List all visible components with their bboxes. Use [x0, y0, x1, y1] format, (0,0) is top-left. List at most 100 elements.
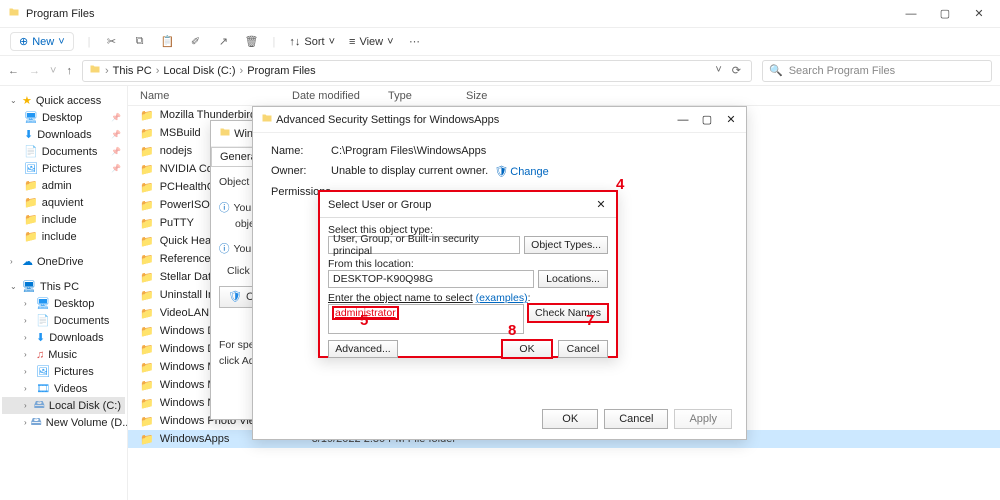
check-names-button[interactable]: Check Names — [528, 304, 608, 322]
folder-icon: 📁 — [140, 235, 154, 248]
folder-icon: 📁 — [140, 109, 154, 122]
maximize-icon[interactable]: ▢ — [700, 113, 714, 126]
location-label: From this location: — [328, 258, 608, 270]
sidebar-item-local-disk[interactable]: ›🖴 Local Disk (C:) — [2, 397, 125, 414]
search-placeholder: Search Program Files — [789, 65, 895, 77]
owner-value: Unable to display current owner. — [331, 165, 488, 178]
folder-icon — [219, 126, 231, 141]
crumb-program-files[interactable]: Program Files — [247, 65, 315, 77]
new-label: New — [32, 36, 54, 48]
folder-icon: 📁 — [140, 217, 154, 230]
callout-7: 7 — [586, 312, 594, 329]
sidebar-item-admin[interactable]: 📁 admin — [2, 177, 125, 194]
object-name-input[interactable]: administrator — [328, 304, 524, 334]
sidebar-item-desktop2[interactable]: ›🖥 Desktop — [2, 295, 125, 312]
minimize-icon[interactable]: — — [676, 114, 690, 126]
enter-name-label: Enter the object name to select — [328, 292, 473, 304]
folder-icon: 📁 — [140, 289, 154, 302]
column-size[interactable]: Size — [466, 90, 526, 102]
sidebar-item-new-volume[interactable]: ›🖴 New Volume (D... — [2, 414, 125, 431]
column-date[interactable]: Date modified — [292, 90, 388, 102]
callout-8: 8 — [508, 322, 516, 339]
sidebar-item-desktop[interactable]: 🖥 Desktop — [2, 109, 125, 126]
cut-icon[interactable]: ✂ — [105, 35, 119, 48]
search-icon: 🔍 — [769, 64, 783, 77]
advanced-button[interactable]: Advanced... — [328, 340, 398, 358]
folder-icon: 📁 — [140, 163, 154, 176]
sidebar-item-downloads[interactable]: ⬇ Downloads — [2, 126, 125, 143]
window-title: Program Files — [26, 8, 904, 20]
ok-button[interactable]: OK — [542, 409, 598, 429]
folder-icon: 📁 — [140, 181, 154, 194]
share-icon[interactable]: ↗ — [217, 35, 231, 48]
info-icon: ⓘ — [219, 243, 230, 255]
delete-icon[interactable]: 🗑 — [245, 35, 259, 48]
sort-button[interactable]: ↑↓ Sort ˅ — [289, 36, 335, 48]
navigation-pane: ⌄★ Quick access 🖥 Desktop ⬇ Downloads 📄 … — [0, 86, 128, 500]
cancel-button[interactable]: Cancel — [604, 409, 668, 429]
command-bar: ⊕ New ˅ | ✂ ⧉ 📋 ✐ ↗ 🗑 | ↑↓ Sort ˅ ≡ View… — [0, 28, 1000, 56]
minimize-icon[interactable]: — — [904, 7, 918, 21]
sidebar-item-onedrive[interactable]: ›☁ OneDrive — [2, 253, 125, 270]
sidebar-item-pictures[interactable]: 🖼 Pictures — [2, 160, 125, 177]
shield-icon: 🛡 — [494, 165, 508, 178]
examples-link[interactable]: (examples) — [476, 292, 528, 304]
apply-button[interactable]: Apply — [674, 409, 732, 429]
sidebar-item-pictures2[interactable]: ›🖼 Pictures — [2, 363, 125, 380]
sort-label: Sort — [304, 36, 324, 48]
forward-icon[interactable]: → — [29, 65, 40, 77]
dropdown-icon[interactable]: ˅ — [715, 64, 721, 77]
maximize-icon[interactable]: ▢ — [938, 7, 952, 21]
locations-button[interactable]: Locations... — [538, 270, 608, 288]
folder-icon: 📁 — [140, 415, 154, 428]
more-icon[interactable]: ⋯ — [408, 35, 422, 48]
view-label: View — [359, 36, 383, 48]
change-owner-link[interactable]: 🛡Change — [494, 165, 549, 178]
adv-title: Advanced Security Settings for WindowsAp… — [276, 114, 676, 126]
copy-icon[interactable]: ⧉ — [133, 35, 147, 48]
sel-title: Select User or Group — [328, 199, 594, 211]
sidebar-item-include2[interactable]: 📁 include — [2, 228, 125, 245]
object-type-field: User, Group, or Built-in security princi… — [328, 236, 520, 254]
owner-label: Owner: — [271, 165, 331, 178]
column-type[interactable]: Type — [388, 90, 466, 102]
column-name[interactable]: Name — [128, 90, 292, 102]
folder-icon: 📁 — [140, 433, 154, 446]
sidebar-item-documents[interactable]: 📄 Documents — [2, 143, 125, 160]
up-icon[interactable]: ↑ — [66, 65, 72, 77]
folder-icon — [89, 63, 101, 78]
name-label: Name: — [271, 145, 331, 157]
folder-icon: 📁 — [140, 127, 154, 140]
sidebar-item-include[interactable]: 📁 include — [2, 211, 125, 228]
explorer-titlebar: Program Files — ▢ ✕ — [0, 0, 1000, 28]
folder-icon: 📁 — [140, 271, 154, 284]
sidebar-item-documents2[interactable]: ›📄 Documents — [2, 312, 125, 329]
close-icon[interactable]: ✕ — [594, 198, 608, 211]
sidebar-item-quick-access[interactable]: ⌄★ Quick access — [2, 92, 125, 109]
info-icon: ⓘ — [219, 202, 230, 214]
ok-button[interactable]: OK — [502, 340, 552, 358]
sidebar-item-aquvient[interactable]: 📁 aquvient — [2, 194, 125, 211]
crumb-local-disk[interactable]: Local Disk (C:) — [163, 65, 235, 77]
search-input[interactable]: 🔍 Search Program Files — [762, 60, 992, 82]
folder-icon: 📁 — [140, 145, 154, 158]
object-types-button[interactable]: Object Types... — [524, 236, 608, 254]
view-button[interactable]: ≡ View ˅ — [349, 36, 394, 48]
location-field: DESKTOP-K90Q98G — [328, 270, 534, 288]
cancel-button[interactable]: Cancel — [558, 340, 608, 358]
sidebar-item-this-pc[interactable]: ⌄🖥 This PC — [2, 278, 125, 295]
sidebar-item-downloads2[interactable]: ›⬇ Downloads — [2, 329, 125, 346]
rename-icon[interactable]: ✐ — [189, 35, 203, 48]
refresh-icon[interactable]: ⟳ — [732, 64, 741, 77]
close-icon[interactable]: ✕ — [724, 113, 738, 126]
name-value: C:\Program Files\WindowsApps — [331, 145, 486, 157]
recent-icon[interactable]: ˅ — [50, 65, 56, 77]
breadcrumb[interactable]: › This PC › Local Disk (C:) › Program Fi… — [82, 60, 752, 82]
sidebar-item-videos[interactable]: ›🎞 Videos — [2, 380, 125, 397]
paste-icon[interactable]: 📋 — [161, 35, 175, 48]
crumb-this-pc[interactable]: This PC — [113, 65, 152, 77]
back-icon[interactable]: ← — [8, 65, 19, 77]
sidebar-item-music[interactable]: ›♫ Music — [2, 346, 125, 363]
close-icon[interactable]: ✕ — [972, 7, 986, 21]
new-button[interactable]: ⊕ New ˅ — [10, 32, 74, 51]
